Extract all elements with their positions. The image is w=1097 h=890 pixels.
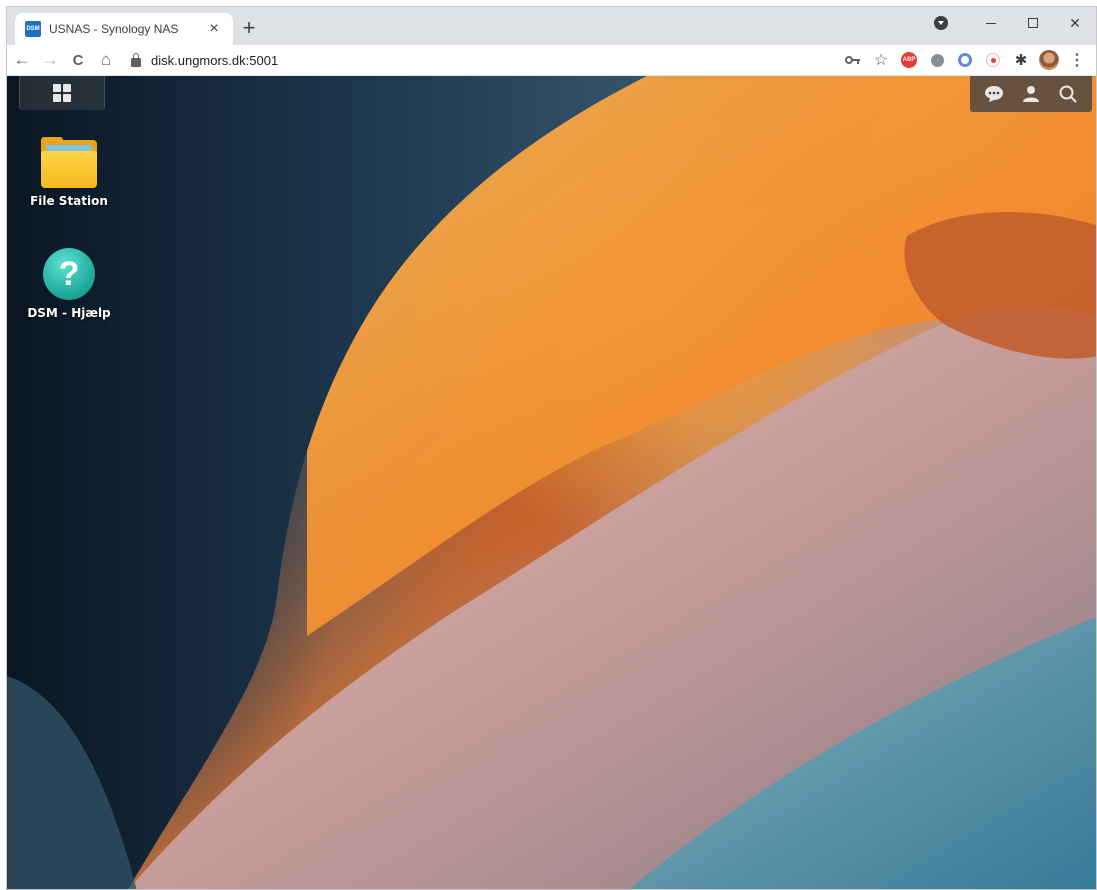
maximize-icon xyxy=(1028,18,1038,28)
grid-cell xyxy=(63,94,71,102)
notifications-chat-icon[interactable] xyxy=(982,82,1006,106)
new-tab-button[interactable]: + xyxy=(237,17,261,41)
address-text: disk.ungmors.dk:5001 xyxy=(151,52,279,68)
minimize-button[interactable] xyxy=(970,7,1012,39)
folder-icon xyxy=(41,137,97,188)
grid-cell xyxy=(53,94,61,102)
maximize-button[interactable] xyxy=(1012,7,1054,39)
tab-search-icon[interactable] xyxy=(934,16,948,30)
tab-title: USNAS - Synology NAS xyxy=(49,22,179,36)
dsm-desktop[interactable]: File Station ? DSM - Hjælp xyxy=(7,76,1096,889)
tab-strip: DSM USNAS - Synology NAS × + ✕ xyxy=(7,7,1096,45)
main-menu-grid-icon xyxy=(53,84,71,102)
desktop-wallpaper xyxy=(7,76,1096,889)
opera-icon xyxy=(958,53,972,67)
profile-avatar-button[interactable] xyxy=(1036,47,1062,73)
extensions-puzzle-icon[interactable]: ✱ xyxy=(1008,47,1034,73)
opera-extension-button[interactable] xyxy=(952,47,978,73)
back-arrow-icon[interactable]: ← xyxy=(9,47,35,73)
adblock-extension-button[interactable]: ABP xyxy=(896,47,922,73)
chat-svg xyxy=(985,86,1004,102)
forward-arrow-icon[interactable]: → xyxy=(37,47,63,73)
address-bar[interactable]: disk.ungmors.dk:5001 xyxy=(125,48,825,72)
browser-window: DSM USNAS - Synology NAS × + ✕ ← → C ⌂ d… xyxy=(6,6,1097,890)
user-svg xyxy=(1022,86,1039,102)
folder-front xyxy=(41,151,97,188)
key-icon[interactable] xyxy=(840,47,866,73)
bookmark-star-icon[interactable]: ☆ xyxy=(868,47,894,73)
grid-cell xyxy=(63,84,71,92)
toolbar-actions: ☆ ABP ✱ ⋮ xyxy=(838,45,1096,75)
grid-cell xyxy=(53,84,61,92)
desktop-icon-label: DSM - Hjælp xyxy=(27,306,111,320)
chat-bubble-extension-button[interactable] xyxy=(924,47,950,73)
dsm-favicon-icon: DSM xyxy=(25,21,41,37)
browser-tab-active[interactable]: DSM USNAS - Synology NAS × xyxy=(15,13,233,45)
record-extension-button[interactable] xyxy=(980,47,1006,73)
adblock-icon: ABP xyxy=(901,52,917,68)
reload-icon[interactable]: C xyxy=(65,47,91,73)
chat-bubble-icon xyxy=(930,53,944,67)
desktop-icon-dsm-help[interactable]: ? DSM - Hjælp xyxy=(19,248,119,320)
key-svg xyxy=(845,56,860,64)
avatar xyxy=(1039,50,1059,70)
help-question-icon: ? xyxy=(43,248,95,300)
minimize-icon xyxy=(986,22,996,24)
record-dot-icon xyxy=(986,53,1000,67)
kebab-menu-icon[interactable]: ⋮ xyxy=(1064,47,1090,73)
window-controls: ✕ xyxy=(934,7,1096,39)
user-options-icon[interactable] xyxy=(1019,82,1043,106)
tab-close-icon[interactable]: × xyxy=(205,21,223,37)
search-icon[interactable] xyxy=(1056,82,1080,106)
lock-icon[interactable] xyxy=(131,52,141,67)
home-icon[interactable]: ⌂ xyxy=(93,47,119,73)
main-menu-button[interactable] xyxy=(19,76,105,110)
search-svg xyxy=(1059,85,1077,103)
browser-toolbar: ← → C ⌂ disk.ungmors.dk:5001 ☆ ABP ✱ ⋮ xyxy=(7,45,1096,76)
desktop-icon-label: File Station xyxy=(30,194,108,208)
dsm-top-right-toolbar xyxy=(970,76,1092,112)
close-window-button[interactable]: ✕ xyxy=(1054,7,1096,39)
desktop-icon-file-station[interactable]: File Station xyxy=(19,137,119,208)
